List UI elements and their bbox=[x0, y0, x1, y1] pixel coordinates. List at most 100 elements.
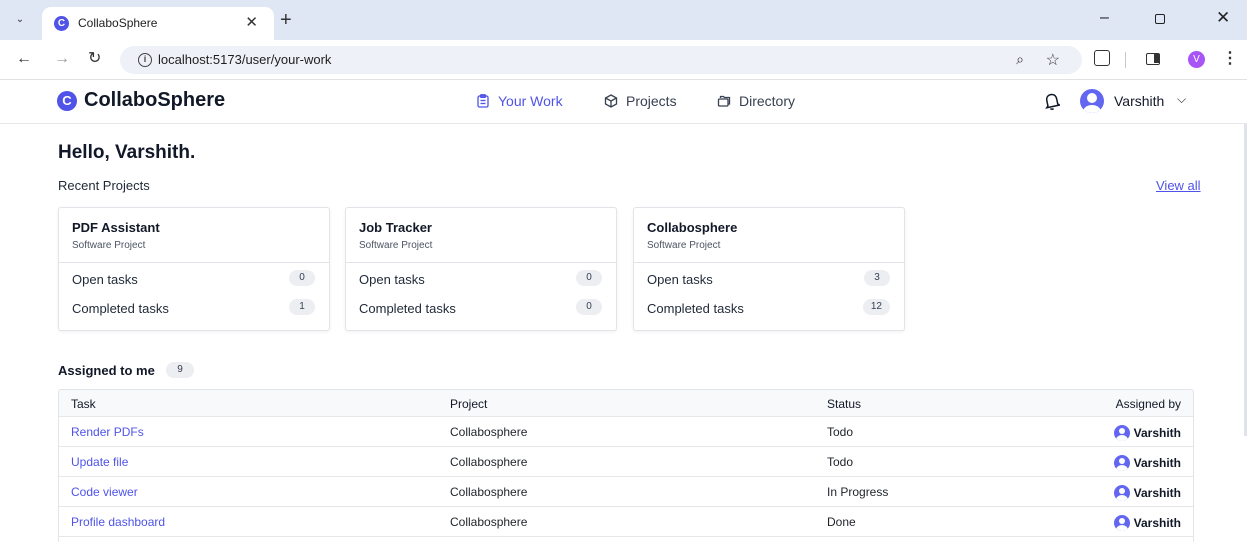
app-header: C CollaboSphere Your Work Projects Direc… bbox=[0, 80, 1247, 124]
logo-icon[interactable]: C bbox=[57, 91, 77, 111]
open-tasks-row: Open tasks 0 bbox=[59, 263, 329, 292]
completed-tasks-count: 1 bbox=[289, 299, 315, 315]
back-arrow-icon[interactable]: ← bbox=[16, 49, 32, 69]
task-status: Todo bbox=[827, 455, 854, 469]
open-tasks-count: 0 bbox=[289, 270, 315, 286]
completed-tasks-label: Completed tasks bbox=[647, 301, 744, 316]
assigned-count-badge: 9 bbox=[166, 362, 194, 378]
browser-profile-avatar[interactable]: V bbox=[1188, 51, 1205, 68]
task-status: Todo bbox=[827, 425, 854, 439]
project-name[interactable]: Job Tracker bbox=[359, 220, 603, 235]
assigner-name: Varshith bbox=[1133, 456, 1181, 470]
open-tasks-row: Open tasks 3 bbox=[634, 263, 904, 292]
completed-tasks-row: Completed tasks 1 bbox=[59, 292, 329, 321]
browser-tab-bar: ⌄ C CollaboSphere ✕ + – ✕ bbox=[0, 0, 1247, 40]
assigner-avatar bbox=[1113, 455, 1130, 471]
nav-your-work[interactable]: Your Work bbox=[476, 93, 563, 109]
view-all-link[interactable]: View all bbox=[1156, 178, 1201, 193]
column-header-project: Project bbox=[450, 397, 488, 411]
recent-projects-heading: Recent Projects bbox=[58, 178, 150, 193]
task-link[interactable]: Profile dashboard bbox=[71, 515, 165, 529]
project-type: Software Project bbox=[72, 240, 146, 251]
browser-address-bar: ← → ↻ i localhost:5173/user/your-work ⌕ … bbox=[0, 40, 1247, 80]
project-type: Software Project bbox=[359, 240, 433, 251]
notification-bell-icon[interactable] bbox=[1044, 92, 1060, 110]
assigner-avatar bbox=[1113, 425, 1130, 441]
table-row[interactable]: Code viewer Collabosphere In Progress Va… bbox=[59, 477, 1193, 507]
project-name[interactable]: Collabosphere bbox=[647, 220, 891, 235]
open-tasks-label: Open tasks bbox=[72, 272, 138, 287]
project-card[interactable]: Job Tracker Software Project Open tasks … bbox=[345, 207, 617, 331]
app-logo-text[interactable]: CollaboSphere bbox=[84, 89, 225, 112]
project-card-header: Collabosphere Software Project bbox=[634, 208, 904, 263]
nav-directory-label: Directory bbox=[739, 93, 796, 109]
completed-tasks-row: Completed tasks 0 bbox=[346, 292, 616, 321]
completed-tasks-count: 0 bbox=[576, 299, 602, 315]
reload-icon[interactable]: ↻ bbox=[88, 49, 101, 69]
nav-your-work-label: Your Work bbox=[498, 93, 563, 109]
close-tab-icon[interactable]: ✕ bbox=[245, 14, 258, 32]
project-name[interactable]: PDF Assistant bbox=[72, 220, 316, 235]
assigner-avatar bbox=[1113, 485, 1130, 501]
assigned-by-cell: Varshith bbox=[1113, 515, 1181, 531]
close-window-icon[interactable]: ✕ bbox=[1216, 8, 1230, 28]
table-row[interactable]: Render PDFs Collabosphere Todo Varshith bbox=[59, 417, 1193, 447]
side-panel-icon[interactable] bbox=[1146, 53, 1160, 65]
restore-window-icon[interactable] bbox=[1155, 14, 1165, 24]
open-tasks-count: 3 bbox=[864, 270, 890, 286]
cube-icon bbox=[604, 94, 618, 108]
project-card-header: PDF Assistant Software Project bbox=[59, 208, 329, 263]
clipboard-icon bbox=[477, 94, 489, 108]
column-header-status: Status bbox=[827, 397, 862, 411]
minimize-window-icon[interactable]: – bbox=[1100, 9, 1109, 27]
completed-tasks-count: 12 bbox=[862, 299, 890, 315]
chevron-down-icon[interactable]: ⌵ bbox=[1177, 92, 1186, 107]
task-project: Collabosphere bbox=[450, 425, 528, 439]
task-project: Collabosphere bbox=[450, 515, 528, 529]
zoom-icon[interactable]: ⌕ bbox=[1016, 51, 1024, 68]
url-text[interactable]: localhost:5173/user/your-work bbox=[158, 52, 331, 67]
table-row[interactable]: Update file Collabosphere Todo Varshith bbox=[59, 447, 1193, 477]
browser-tab[interactable]: C CollaboSphere ✕ bbox=[42, 7, 274, 40]
assigned-by-cell: Varshith bbox=[1113, 455, 1181, 471]
user-menu-name[interactable]: Varshith bbox=[1114, 93, 1164, 109]
assigned-tasks-table: Task Project Status Assigned by Render P… bbox=[58, 389, 1194, 542]
assigned-by-cell: Varshith bbox=[1113, 485, 1181, 501]
bookmark-star-icon[interactable]: ☆ bbox=[1046, 50, 1060, 70]
assigner-name: Varshith bbox=[1133, 486, 1181, 500]
project-card[interactable]: PDF Assistant Software Project Open task… bbox=[58, 207, 330, 331]
open-tasks-label: Open tasks bbox=[647, 272, 713, 287]
site-info-icon[interactable]: i bbox=[138, 53, 152, 67]
assigner-avatar bbox=[1113, 515, 1130, 531]
table-row[interactable]: Profile dashboard Collabosphere Done Var… bbox=[59, 507, 1193, 537]
table-row[interactable] bbox=[59, 537, 1193, 542]
completed-tasks-row: Completed tasks 12 bbox=[634, 292, 904, 321]
forward-arrow-icon[interactable]: → bbox=[54, 49, 70, 69]
task-project: Collabosphere bbox=[450, 455, 528, 469]
extensions-icon[interactable] bbox=[1094, 50, 1110, 66]
nav-projects[interactable]: Projects bbox=[604, 93, 677, 109]
page-greeting: Hello, Varshith. bbox=[58, 142, 196, 163]
user-avatar[interactable] bbox=[1080, 89, 1104, 113]
favicon-icon: C bbox=[54, 16, 69, 31]
task-link[interactable]: Update file bbox=[71, 455, 128, 469]
task-status: In Progress bbox=[827, 485, 889, 499]
nav-directory[interactable]: Directory bbox=[717, 93, 795, 109]
task-status: Done bbox=[827, 515, 856, 529]
open-tasks-count: 0 bbox=[576, 270, 602, 286]
completed-tasks-label: Completed tasks bbox=[359, 301, 456, 316]
toolbar-divider bbox=[1125, 52, 1126, 68]
assigner-name: Varshith bbox=[1133, 516, 1181, 530]
column-header-task: Task bbox=[71, 397, 96, 411]
tab-search-chevron-icon[interactable]: ⌄ bbox=[12, 12, 28, 28]
open-tasks-row: Open tasks 0 bbox=[346, 263, 616, 292]
task-link[interactable]: Code viewer bbox=[71, 485, 138, 499]
assigned-by-cell: Varshith bbox=[1113, 425, 1181, 441]
project-card[interactable]: Collabosphere Software Project Open task… bbox=[633, 207, 905, 331]
task-link[interactable]: Render PDFs bbox=[71, 425, 144, 439]
url-field[interactable]: i localhost:5173/user/your-work ⌕ ☆ bbox=[120, 46, 1082, 74]
completed-tasks-label: Completed tasks bbox=[72, 301, 169, 316]
new-tab-icon[interactable]: + bbox=[280, 9, 292, 31]
folders-icon bbox=[717, 95, 731, 107]
browser-menu-icon[interactable]: ⋮ bbox=[1222, 48, 1238, 68]
